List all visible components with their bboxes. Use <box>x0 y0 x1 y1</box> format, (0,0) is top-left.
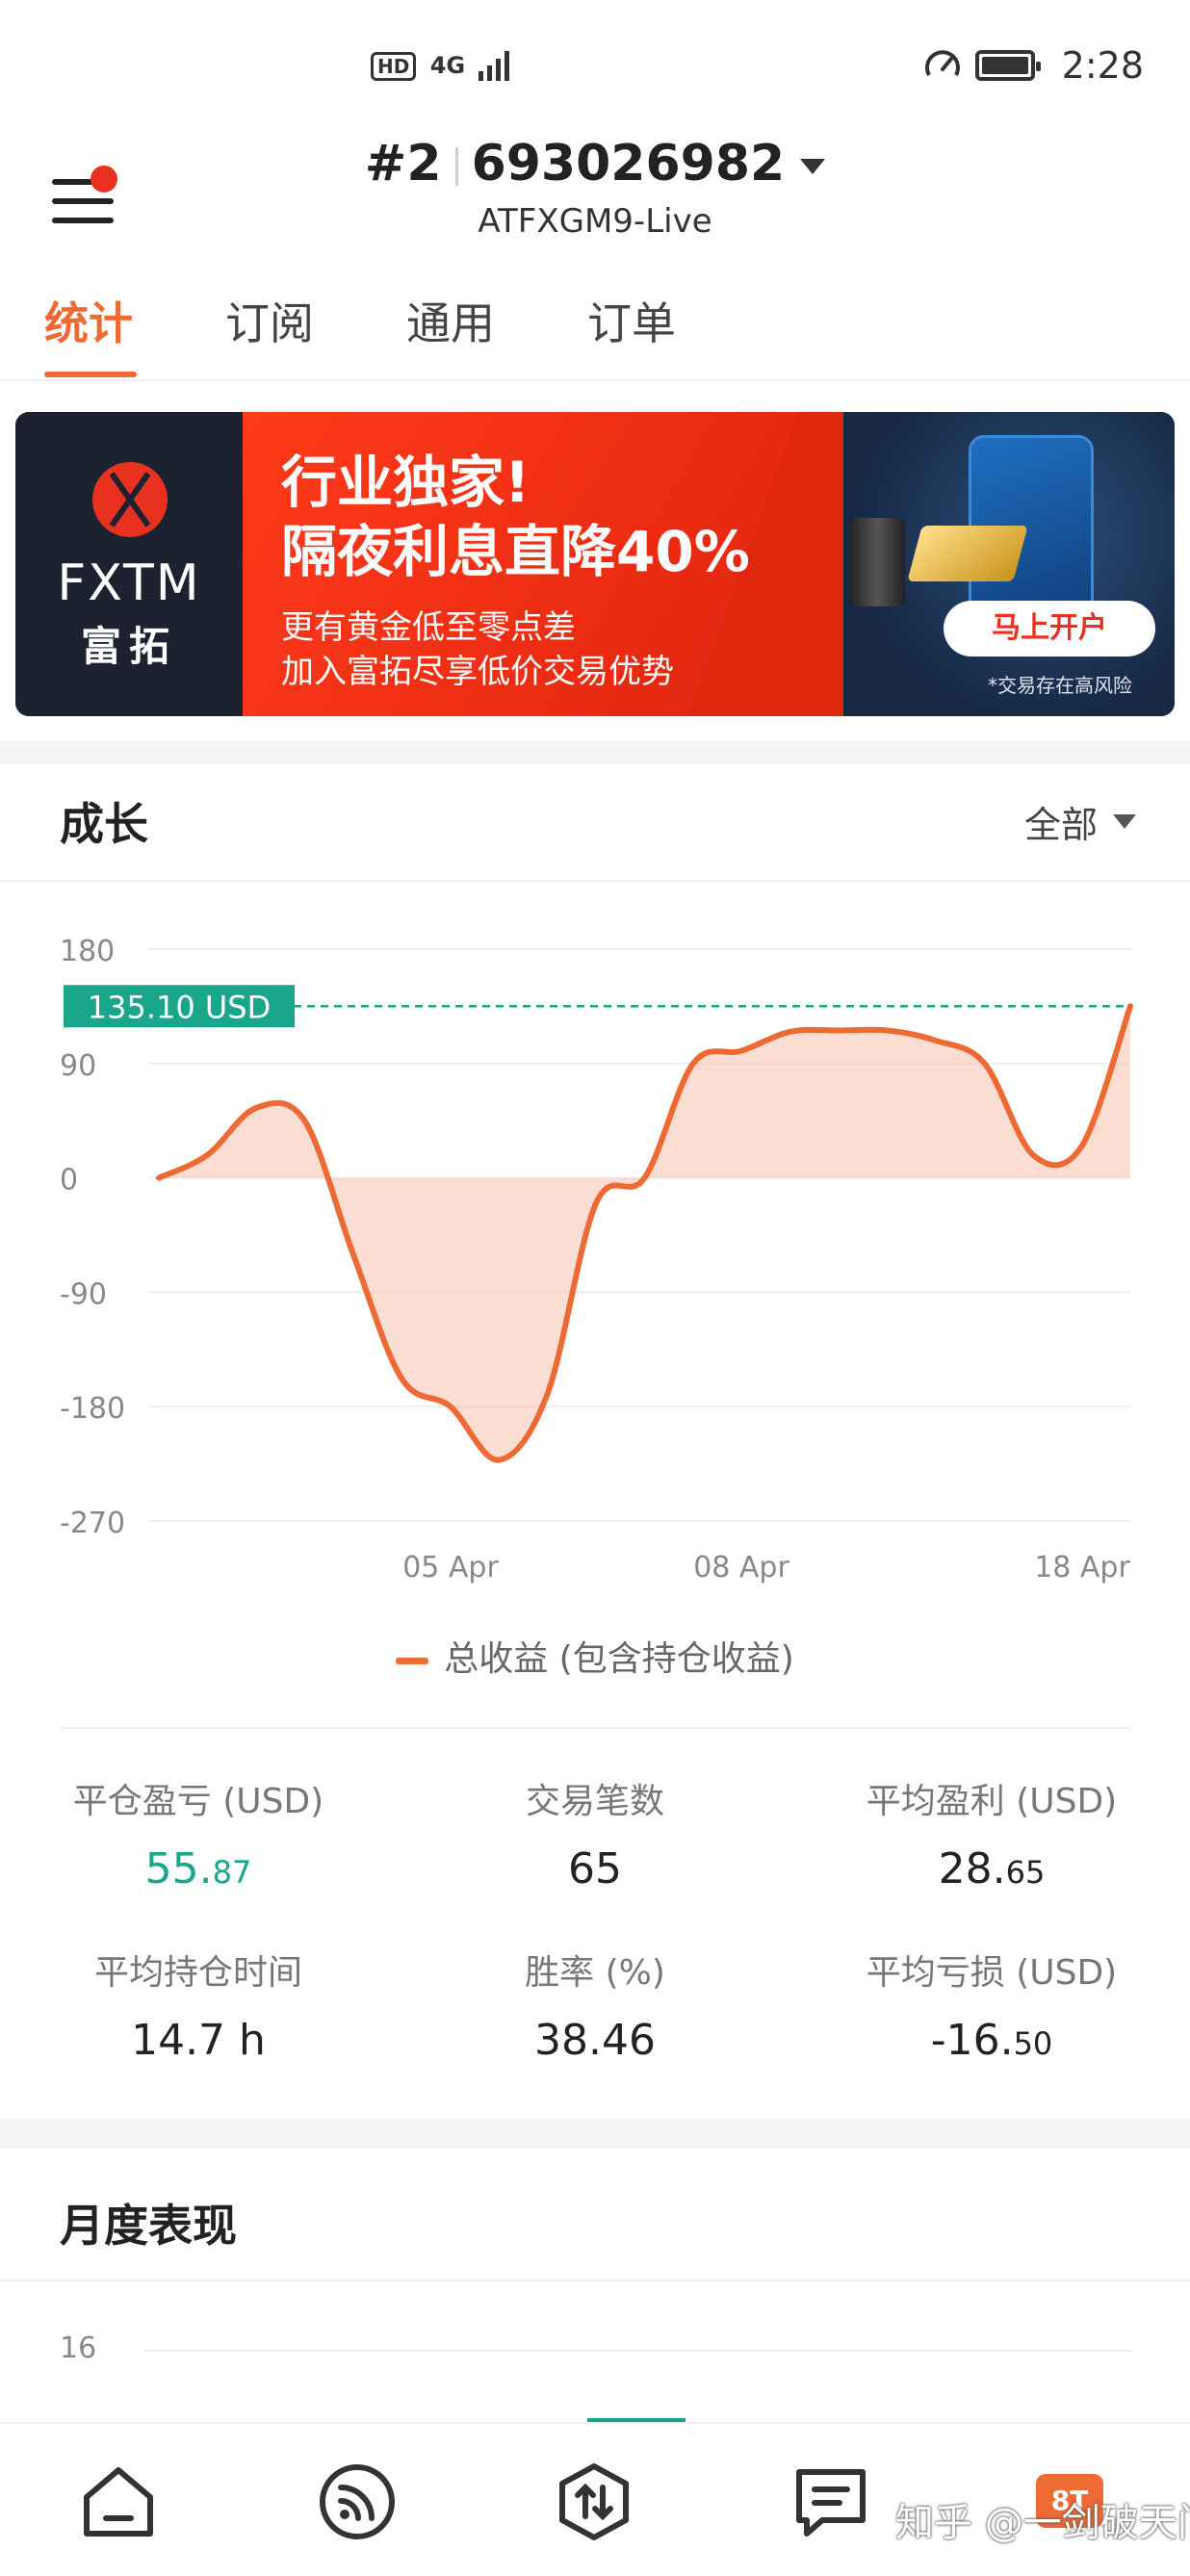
stat-label: 平均持仓时间 <box>93 1953 302 1993</box>
series-area <box>159 1006 1130 1460</box>
monthly-header: 月度表现 <box>0 2149 1190 2281</box>
gold-bar-illustration <box>907 526 1028 581</box>
growth-header: 成长 全部 <box>0 751 1190 882</box>
speedometer-icon <box>924 50 960 76</box>
watermark: 知乎 @一剑破天门 <box>895 2501 1190 2545</box>
status-right: 2:28 <box>923 44 1144 87</box>
tab-stats[interactable]: 统计 <box>44 289 133 352</box>
bottom-nav: 8T 知乎 @一剑破天门 <box>0 2422 1190 2576</box>
y-tick-label: 0 <box>60 1164 78 1198</box>
banner-subtext-2: 加入富拓尽享低价交易优势 <box>281 653 674 691</box>
stat-label: 平均亏损 (USD) <box>866 1953 1118 1993</box>
stat-avg-holding-time: 平均持仓时间 14.7 h <box>0 1945 397 2065</box>
tab-orders[interactable]: 订单 <box>587 289 676 352</box>
stat-value-main: 14.7 h <box>131 2016 266 2065</box>
account-selector[interactable]: #2 693026982 <box>0 135 1190 193</box>
stat-value-main: 65 <box>568 1844 622 1893</box>
stat-avg-profit: 平均盈利 (USD) 28.65 <box>793 1773 1190 1893</box>
stat-closed-pnl: 平仓盈亏 (USD) 55.87 <box>0 1773 397 1893</box>
nav-home[interactable] <box>75 2459 162 2545</box>
stat-value: 55.87 <box>0 1844 397 1893</box>
banner-subtext: 更有黄金低至零点差 <box>281 608 576 647</box>
stat-value-decimals: 65 <box>1005 1854 1046 1891</box>
nav-trade[interactable] <box>551 2459 637 2545</box>
y-tick-label: 90 <box>60 1049 96 1083</box>
stat-label: 胜率 (%) <box>525 1953 665 1993</box>
chevron-down-icon <box>800 159 826 174</box>
stat-value: -16.50 <box>793 2016 1190 2065</box>
stat-label: 交易笔数 <box>525 1782 664 1821</box>
stat-value: 65 <box>397 1844 793 1893</box>
y-tick-label: -90 <box>60 1277 107 1311</box>
monthly-gridline <box>144 2350 1132 2352</box>
stat-avg-loss: 平均亏损 (USD) -16.50 <box>793 1945 1190 2065</box>
hd-badge: HD <box>371 52 417 81</box>
banner-promo: 行业独家! 隔夜利息直降40% 更有黄金低至零点差 加入富拓尽享低价交易优势 <box>243 412 859 716</box>
range-value: 全部 <box>1023 804 1098 846</box>
fxtm-logo-icon <box>92 462 168 537</box>
stats-divider <box>60 1727 1130 1729</box>
monthly-y-tick: 16 <box>60 2331 97 2365</box>
banner-headline-2: 隔夜利息直降40% <box>281 519 750 584</box>
monthly-title: 月度表现 <box>60 2200 237 2252</box>
tab-subscribe[interactable]: 订阅 <box>225 289 314 352</box>
y-tick-label: -180 <box>60 1392 125 1426</box>
stat-value-main: 28. <box>938 1844 1006 1893</box>
account-separator <box>454 147 458 186</box>
battery-icon <box>974 50 1041 81</box>
banner-logo: FXTM 富拓 <box>15 412 243 716</box>
ad-banner[interactable]: FXTM 富拓 行业独家! 隔夜利息直降40% 更有黄金低至零点差 加入富拓尽享… <box>15 412 1175 716</box>
trade-icon <box>559 2463 629 2540</box>
stat-label: 平均盈利 (USD) <box>866 1782 1118 1821</box>
y-tick-label: -270 <box>60 1507 125 1540</box>
legend-swatch <box>396 1657 429 1664</box>
growth-title: 成长 <box>60 798 148 850</box>
current-value-label: 135.10 USD <box>88 989 272 1025</box>
stat-value-main: 55. <box>144 1844 213 1893</box>
x-tick-label: 08 Apr <box>693 1551 789 1584</box>
logo-cn: 富拓 <box>80 623 177 670</box>
stat-value-decimals: 50 <box>1013 2025 1053 2062</box>
account-index: #2 <box>364 135 442 193</box>
x-tick-label: 18 Apr <box>1034 1551 1130 1584</box>
oil-barrel-illustration <box>849 518 905 606</box>
nav-notes[interactable] <box>788 2459 874 2545</box>
stat-value-main: 38.46 <box>534 2016 656 2065</box>
stat-value: 28.65 <box>793 1844 1190 1893</box>
range-dropdown[interactable]: 全部 <box>1024 795 1136 848</box>
active-tab-indicator <box>44 372 137 377</box>
growth-chart: 180 90 0 -90 -180 -270 135.10 USD 05 Apr 08 Apr 1… <box>60 935 1133 1584</box>
x-tick-label: 05 Apr <box>402 1551 499 1584</box>
notes-icon <box>796 2469 866 2537</box>
section-divider <box>0 2120 1190 2149</box>
chart-legend: 总收益 (包含持仓收益) <box>0 1631 1190 1681</box>
chevron-down-icon <box>1113 814 1136 829</box>
network-indicator: HD 4G <box>371 48 515 81</box>
top-bar: #2 693026982 ATFXGM9-Live <box>0 135 1190 260</box>
stat-value: 14.7 h <box>0 2016 397 2065</box>
stat-value: 38.46 <box>397 2016 793 2065</box>
status-bar: HD 4G 2:28 <box>0 0 1190 135</box>
network-type: 4G <box>429 52 466 79</box>
signals-icon <box>320 2464 395 2539</box>
stat-trade-count: 交易笔数 65 <box>397 1773 793 1893</box>
account-number: 693026982 <box>471 135 786 193</box>
account-server: ATFXGM9-Live <box>478 202 712 241</box>
home-icon <box>84 2467 153 2537</box>
stat-label: 平仓盈亏 (USD) <box>72 1782 324 1821</box>
legend-label: 总收益 (包含持仓收益) <box>444 1639 794 1679</box>
risk-disclaimer: *交易存在高风险 <box>988 674 1132 697</box>
stat-value-decimals: 87 <box>212 1854 252 1891</box>
tab-general[interactable]: 通用 <box>406 289 495 352</box>
logo-text: FXTM <box>57 554 201 612</box>
tab-bar: 统计 订阅 通用 订单 <box>0 279 1190 381</box>
clock: 2:28 <box>1061 44 1144 87</box>
stat-value-main: -16. <box>930 2016 1014 2065</box>
open-account-button[interactable]: 马上开户 <box>944 601 1155 657</box>
nav-signals[interactable] <box>314 2459 401 2545</box>
stat-win-rate: 胜率 (%) 38.46 <box>397 1945 793 2065</box>
signal-icon <box>479 51 510 81</box>
y-tick-label: 180 <box>60 935 115 968</box>
